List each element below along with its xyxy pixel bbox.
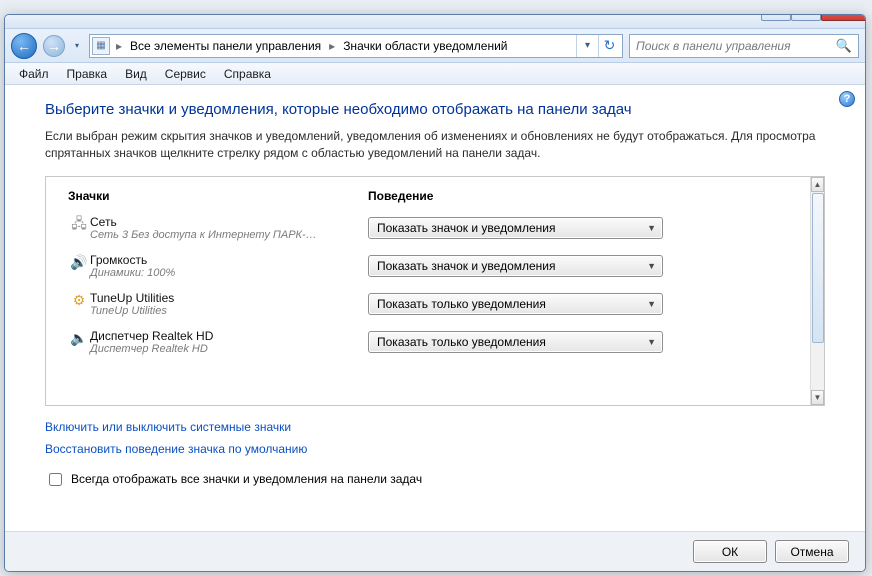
column-header-icons: Значки	[68, 189, 368, 203]
arrow-left-icon: ←	[17, 38, 31, 54]
menu-file[interactable]: Файл	[11, 65, 57, 83]
caption-buttons: ─ ☐ ✕	[761, 14, 866, 21]
select-value: Показать только уведомления	[377, 297, 546, 311]
table-row: 🔈 Диспетчер Realtek HD Диспетчер Realtek…	[68, 323, 790, 361]
always-show-checkbox[interactable]	[49, 473, 62, 486]
close-button[interactable]: ✕	[821, 14, 866, 21]
history-dropdown[interactable]: ▾	[71, 35, 83, 57]
always-show-label: Всегда отображать все значки и уведомлен…	[71, 472, 422, 486]
breadcrumb-segment-2[interactable]: Значки области уведомлений	[337, 39, 513, 53]
search-icon[interactable]: 🔍	[836, 38, 852, 54]
explorer-window: ─ ☐ ✕ ← → ▾ ▦ ▸ Все элементы панели упра…	[4, 14, 866, 572]
icons-panel-inner: Значки Поведение 🖧 Сеть Сеть 3 Без досту…	[46, 177, 810, 405]
chevron-down-icon: ▼	[647, 337, 656, 347]
network-icon: 🖧	[68, 215, 90, 235]
tuneup-icon: ⚙	[68, 291, 90, 311]
address-bar[interactable]: ▦ ▸ Все элементы панели управления ▸ Зна…	[89, 34, 623, 58]
maximize-button[interactable]: ☐	[791, 14, 821, 21]
chevron-down-icon: ▼	[647, 223, 656, 233]
behavior-select[interactable]: Показать только уведомления ▼	[368, 293, 663, 315]
action-links: Включить или выключить системные значки …	[45, 420, 825, 456]
menu-view[interactable]: Вид	[117, 65, 155, 83]
row-sub: TuneUp Utilities	[90, 305, 360, 317]
page-description: Если выбран режим скрытия значков и увед…	[45, 128, 825, 162]
always-show-row: Всегда отображать все значки и уведомлен…	[45, 470, 825, 489]
help-icon[interactable]: ?	[839, 91, 855, 107]
page-title: Выберите значки и уведомления, которые н…	[45, 101, 825, 118]
control-panel-icon: ▦	[92, 37, 110, 55]
behavior-select[interactable]: Показать только уведомления ▼	[368, 331, 663, 353]
behavior-select[interactable]: Показать значок и уведомления ▼	[368, 255, 663, 277]
breadcrumb-segment-1[interactable]: Все элементы панели управления	[124, 39, 327, 53]
search-placeholder: Поиск в панели управления	[636, 39, 791, 53]
navigation-row: ← → ▾ ▦ ▸ Все элементы панели управления…	[5, 29, 865, 63]
scrollbar-vertical[interactable]: ▲ ▼	[810, 177, 824, 405]
search-input[interactable]: Поиск в панели управления 🔍	[629, 34, 859, 58]
table-row: ⚙ TuneUp Utilities TuneUp Utilities Пока…	[68, 285, 790, 323]
realtek-icon: 🔈	[68, 329, 90, 349]
menu-help[interactable]: Справка	[216, 65, 279, 83]
scroll-down-button[interactable]: ▼	[811, 390, 824, 405]
row-name: Диспетчер Realtek HD	[90, 329, 360, 343]
refresh-button[interactable]: ↻	[598, 35, 620, 57]
window-titlebar[interactable]: ─ ☐ ✕	[5, 15, 865, 29]
link-system-icons[interactable]: Включить или выключить системные значки	[45, 420, 825, 434]
scroll-up-button[interactable]: ▲	[811, 177, 824, 192]
minimize-button[interactable]: ─	[761, 14, 791, 21]
table-row: 🖧 Сеть Сеть 3 Без доступа к Интернету ПА…	[68, 209, 790, 247]
panel-header: Значки Поведение	[68, 185, 790, 209]
content-area: ? Выберите значки и уведомления, которые…	[5, 85, 865, 531]
row-sub: Диспетчер Realtek HD	[90, 343, 360, 355]
link-restore-defaults[interactable]: Восстановить поведение значка по умолчан…	[45, 442, 825, 456]
column-header-behavior: Поведение	[368, 189, 790, 203]
address-dropdown[interactable]: ▾	[576, 35, 598, 57]
chevron-down-icon: ▼	[647, 299, 656, 309]
menu-bar: Файл Правка Вид Сервис Справка	[5, 63, 865, 85]
scroll-thumb[interactable]	[812, 193, 824, 343]
behavior-select[interactable]: Показать значок и уведомления ▼	[368, 217, 663, 239]
dialog-footer: ОК Отмена	[5, 531, 865, 571]
row-name: Громкость	[90, 253, 360, 267]
row-name: Сеть	[90, 215, 360, 229]
breadcrumb-separator: ▸	[114, 39, 124, 53]
row-sub: Динамики: 100%	[90, 267, 360, 279]
select-value: Показать только уведомления	[377, 335, 546, 349]
cancel-button[interactable]: Отмена	[775, 540, 849, 563]
row-sub: Сеть 3 Без доступа к Интернету ПАРК-…	[90, 229, 360, 241]
menu-edit[interactable]: Правка	[59, 65, 116, 83]
menu-service[interactable]: Сервис	[157, 65, 214, 83]
ok-button[interactable]: ОК	[693, 540, 767, 563]
forward-button[interactable]: →	[43, 35, 65, 57]
row-name: TuneUp Utilities	[90, 291, 360, 305]
volume-icon: 🔊	[68, 253, 90, 273]
arrow-right-icon: →	[47, 38, 61, 54]
icons-panel: Значки Поведение 🖧 Сеть Сеть 3 Без досту…	[45, 176, 825, 406]
select-value: Показать значок и уведомления	[377, 221, 556, 235]
select-value: Показать значок и уведомления	[377, 259, 556, 273]
breadcrumb-separator: ▸	[327, 39, 337, 53]
back-button[interactable]: ←	[11, 33, 37, 59]
table-row: 🔊 Громкость Динамики: 100% Показать знач…	[68, 247, 790, 285]
chevron-down-icon: ▼	[647, 261, 656, 271]
